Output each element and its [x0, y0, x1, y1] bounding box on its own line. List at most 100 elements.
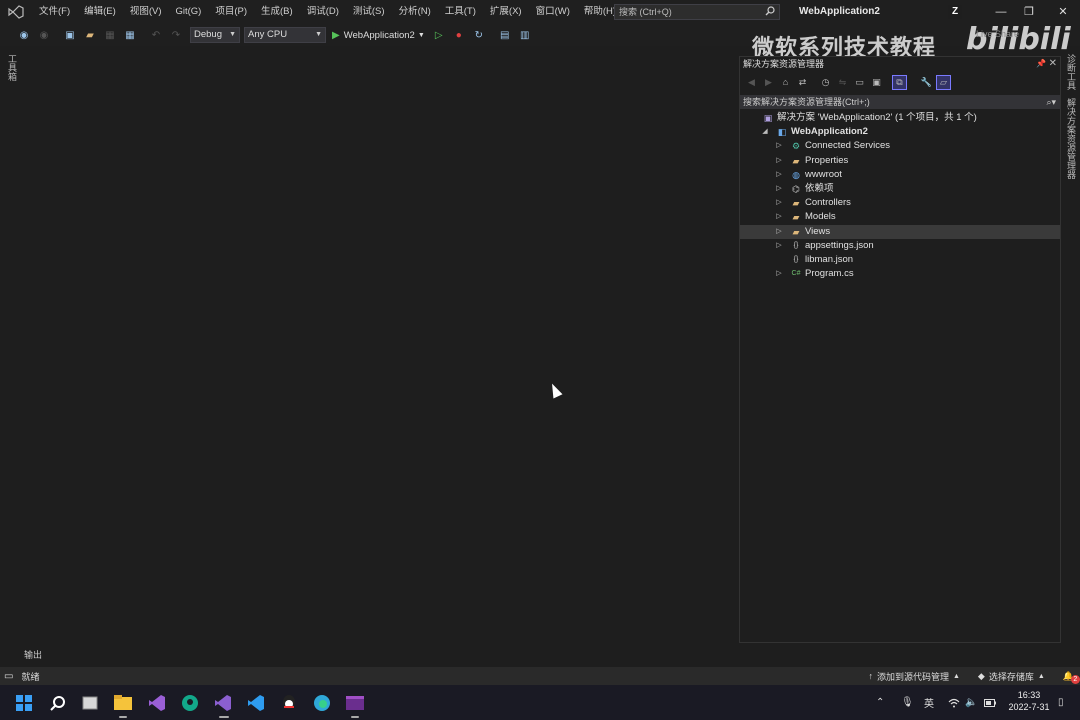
output-tab[interactable]: 输出 — [24, 648, 42, 661]
redo-icon[interactable]: ↷ — [168, 27, 184, 43]
account-avatar[interactable]: Z — [948, 5, 962, 19]
tree-item[interactable]: ▷ ▰ Properties — [740, 154, 1060, 168]
expand-arrow-icon[interactable]: ▷ — [774, 225, 784, 239]
new-project-icon[interactable]: ▣ — [62, 27, 78, 43]
show-all-files-icon[interactable]: ⧉ — [892, 74, 907, 90]
tree-item[interactable]: ▷ ⚙ Connected Services — [740, 139, 1060, 153]
tree-item[interactable]: ▣ 解决方案 'WebApplication2' (1 个项目，共 1 个) — [740, 111, 1060, 125]
visual-studio-icon[interactable] — [213, 693, 233, 713]
qq-icon[interactable] — [279, 693, 299, 713]
maximize-button[interactable]: ❐ — [1012, 0, 1046, 24]
notifications-button[interactable]: 🔔 2 — [1063, 671, 1080, 684]
expand-arrow-icon[interactable]: ▷ — [774, 267, 784, 281]
forward-icon[interactable]: ▶ — [761, 75, 776, 90]
preview-selected-items-icon[interactable]: ▱ — [936, 74, 951, 90]
menu-item[interactable]: 扩展(X) — [483, 0, 529, 24]
add-to-source-control-button[interactable]: ↑ 添加到源代码管理 ▲ — [868, 670, 959, 683]
expand-arrow-icon[interactable]: ▷ — [774, 139, 784, 153]
navigate-back-icon[interactable]: ◉ — [16, 27, 32, 43]
save-icon[interactable]: ▦ — [102, 27, 118, 43]
collapse-arrow-icon[interactable]: ◢ — [760, 125, 770, 139]
tree-item[interactable]: ▷ ⌬ 依赖项 — [740, 182, 1060, 196]
pending-changes-filter-icon[interactable]: ◷ — [818, 75, 833, 90]
menu-item[interactable]: 项目(P) — [208, 0, 254, 24]
menu-item[interactable]: Git(G) — [168, 0, 208, 24]
vscode-icon[interactable] — [246, 693, 266, 713]
menu-item[interactable]: 文件(F) — [32, 0, 77, 24]
menu-item[interactable]: 视图(V) — [123, 0, 169, 24]
battery-icon[interactable] — [984, 685, 996, 720]
start-without-debugging-icon[interactable]: ▷ — [431, 27, 447, 43]
pin-icon[interactable]: 📌 — [1036, 57, 1046, 71]
expand-arrow-icon[interactable]: ▷ — [774, 239, 784, 253]
save-all-icon[interactable]: ▦ — [122, 27, 138, 43]
expand-arrow-icon[interactable]: ▷ — [774, 210, 784, 224]
tree-item[interactable]: ▷ ◍ wwwroot — [740, 168, 1060, 182]
open-file-icon[interactable]: ▰ — [82, 27, 98, 43]
tree-item[interactable]: ▷ ▰ Controllers — [740, 196, 1060, 210]
refresh-icon[interactable]: ↻ — [471, 27, 487, 43]
edge-browser-icon[interactable] — [312, 693, 332, 713]
menu-item[interactable]: 测试(S) — [346, 0, 392, 24]
properties-wrench-icon[interactable]: 🔧 — [919, 75, 934, 90]
notification-center-icon[interactable]: ▯ — [1058, 685, 1064, 720]
gitkraken-icon[interactable] — [180, 693, 200, 713]
tree-item[interactable]: ▷ ▰ Views — [740, 224, 1060, 239]
expand-arrow-icon[interactable]: ▷ — [774, 182, 784, 196]
expand-arrow-icon[interactable]: ▷ — [774, 196, 784, 210]
tree-item[interactable]: {} libman.json — [740, 253, 1060, 267]
expand-arrow-icon[interactable]: ▷ — [774, 168, 784, 182]
menu-item[interactable]: 生成(B) — [254, 0, 300, 24]
ime-indicator[interactable]: 英 — [924, 685, 934, 720]
task-view-icon[interactable] — [80, 693, 100, 713]
toolbox-tab[interactable]: 工具箱 — [6, 54, 19, 81]
windows-start-icon[interactable] — [14, 693, 34, 713]
undo-icon[interactable]: ↶ — [148, 27, 164, 43]
menu-item[interactable]: 工具(T) — [438, 0, 483, 24]
tree-item-label: Connected Services — [805, 140, 891, 152]
sync-active-document-icon[interactable]: ⇋ — [835, 75, 850, 90]
platform-select[interactable]: Any CPU ▼ — [244, 27, 326, 43]
start-debugging-button[interactable]: ▶ WebApplication2 ▼ — [332, 30, 425, 41]
tree-item[interactable]: ◢ ◧ WebApplication2 — [740, 125, 1060, 139]
live-share-button[interactable]: Live Share — [976, 29, 1019, 39]
hot-reload-icon[interactable]: ● — [451, 27, 467, 43]
refresh-icon[interactable]: ▭ — [852, 75, 867, 90]
search-input[interactable]: 搜索 (Ctrl+Q) — [614, 4, 780, 20]
file-explorer-icon[interactable] — [113, 693, 133, 713]
tree-item[interactable]: ▷ C# Program.cs — [740, 267, 1060, 281]
collapse-all-icon[interactable]: ▣ — [869, 75, 884, 90]
terminal-icon[interactable] — [345, 693, 365, 713]
back-icon[interactable]: ◀ — [744, 75, 759, 90]
switch-views-icon[interactable]: ⇄ — [795, 75, 810, 90]
diagnostic-tools-tab[interactable]: 诊断工具 — [1065, 54, 1078, 90]
expand-arrow-icon[interactable]: ▷ — [774, 154, 784, 168]
solution-icon: ▣ — [763, 113, 773, 123]
select-repository-button[interactable]: ◆ 选择存储库 ▲ — [978, 670, 1045, 683]
show-hidden-icons-button[interactable]: ⌃ — [876, 685, 884, 720]
solution-explorer-search-input[interactable]: 搜索解决方案资源管理器(Ctrl+;) ⌕▾ — [740, 95, 1060, 109]
navigate-forward-icon[interactable]: ◉ — [36, 27, 52, 43]
search-icon[interactable] — [48, 693, 68, 713]
configuration-select[interactable]: Debug ▼ — [190, 27, 240, 43]
tree-item[interactable]: ▷ {} appsettings.json — [740, 239, 1060, 253]
tree-item[interactable]: ▷ ▰ Models — [740, 210, 1060, 224]
system-clock[interactable]: 16:33 2022-7-31 — [1006, 689, 1052, 713]
menu-item[interactable]: 编辑(E) — [77, 0, 123, 24]
status-output-icon[interactable]: ▭ — [4, 671, 13, 682]
visual-studio-preview-icon[interactable] — [147, 693, 167, 713]
close-button[interactable]: ✕ — [1046, 0, 1080, 24]
menu-item[interactable]: 窗口(W) — [529, 0, 577, 24]
wifi-icon[interactable] — [948, 685, 960, 720]
menu-item[interactable]: 分析(N) — [392, 0, 438, 24]
visual-studio-logo-icon[interactable] — [0, 0, 32, 24]
solution-explorer-tab[interactable]: 解决方案资源管理器 — [1065, 98, 1078, 179]
toolbar-options-icon[interactable]: ▥ — [517, 27, 533, 43]
volume-icon[interactable]: 🔈 — [965, 685, 977, 720]
menu-item[interactable]: 调试(D) — [300, 0, 346, 24]
browser-link-icon[interactable]: ▤ — [497, 27, 513, 43]
microphone-icon[interactable]: 🎙 — [901, 685, 914, 720]
home-icon[interactable]: ⌂ — [778, 75, 793, 90]
close-icon[interactable]: ✕ — [1049, 57, 1057, 71]
folder-icon: ▰ — [792, 212, 800, 223]
